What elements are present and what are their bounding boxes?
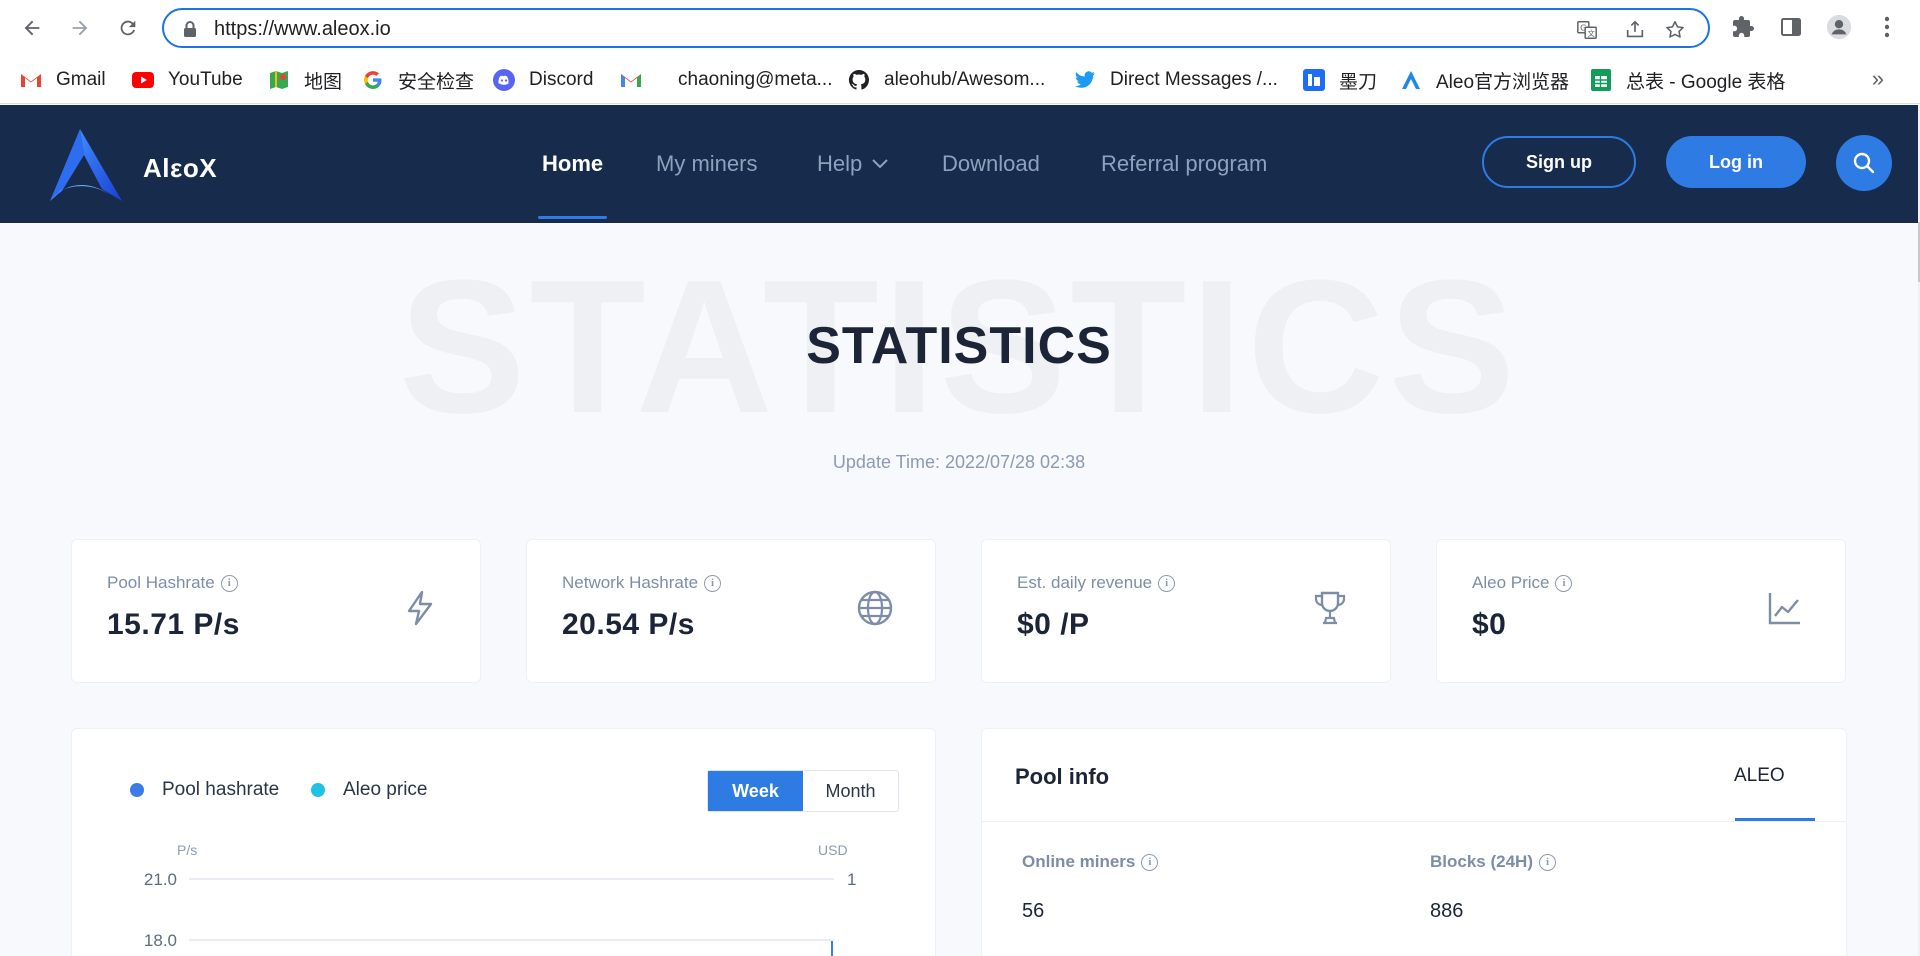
stat-label: Pool Hashrate [107, 573, 215, 592]
blocks-24h-label: Blocks (24H) i [1430, 852, 1556, 872]
search-button[interactable] [1836, 135, 1892, 191]
stat-card-est-daily-revenue: Est. daily revenue i $0 /P [981, 539, 1391, 683]
update-time: Update Time: 2022/07/28 02:38 [832, 452, 1086, 472]
youtube-icon [132, 69, 154, 91]
bookmark-aleohub[interactable]: aleohub/Awesom... [848, 66, 1045, 94]
online-miners-label: Online miners i [1022, 852, 1159, 872]
info-icon[interactable]: i [1555, 574, 1573, 592]
blocks-24h-value: 886 [1430, 900, 1464, 922]
sheets-icon [1590, 69, 1612, 91]
signup-button[interactable]: Sign up [1482, 136, 1636, 188]
maps-icon [268, 69, 290, 91]
y-tick-label-right: 1 [847, 870, 856, 889]
trophy-icon [1314, 591, 1346, 625]
back-button[interactable] [16, 12, 48, 44]
y-tick-label: 21.0 [144, 870, 177, 889]
bookmark-security-check[interactable]: 安全检查 [362, 66, 474, 94]
bookmark-gmail[interactable]: Gmail [20, 66, 106, 94]
modao-icon [1303, 69, 1325, 91]
bookmark-google-sheets[interactable]: 总表 - Google 表格 [1590, 66, 1785, 94]
aleox-logo-icon [50, 129, 122, 201]
online-miners-value: 56 [1022, 900, 1045, 922]
nav-home[interactable]: Home [542, 151, 603, 177]
nav-help[interactable]: Help [817, 151, 888, 177]
search-icon [1853, 152, 1875, 174]
bookmark-maps[interactable]: 地图 [268, 66, 342, 94]
address-bar[interactable]: https://www.aleox.io G文 [162, 8, 1710, 48]
chevron-down-icon [872, 159, 888, 169]
info-icon[interactable]: i [704, 574, 722, 592]
stat-card-aleo-price: Aleo Price i $0 [1436, 539, 1846, 683]
bookmark-discord[interactable]: Discord [493, 66, 593, 94]
nav-download[interactable]: Download [942, 151, 1040, 177]
google-icon [362, 69, 384, 91]
pool-info-card: Pool info ALEO Online miners i 56 Blocks… [981, 728, 1847, 956]
forward-button[interactable] [64, 12, 96, 44]
info-icon[interactable]: i [220, 574, 238, 592]
pool-info-title: Pool info [1015, 764, 1110, 789]
discord-icon [493, 69, 515, 91]
bookmark-youtube[interactable]: YouTube [132, 66, 243, 94]
lock-icon [184, 21, 196, 37]
gmail-icon [20, 69, 42, 91]
extensions-icon[interactable] [1730, 14, 1756, 40]
hashrate-chart-plot: P/s USD 21.0 18.0 1 [144, 842, 856, 956]
bookmark-aleo-explorer[interactable]: Aleo官方浏览器 [1400, 66, 1569, 94]
twitter-icon [1074, 69, 1096, 91]
profile-icon[interactable] [1826, 14, 1852, 40]
left-axis-unit: P/s [177, 842, 197, 858]
browser-toolbar: https://www.aleox.io G文 [0, 0, 1920, 56]
info-icon[interactable]: i [1158, 574, 1176, 592]
aleo-icon [1400, 69, 1422, 91]
stat-value: $0 /P [1017, 608, 1090, 641]
divider [982, 821, 1846, 822]
stat-value: $0 [1472, 608, 1507, 641]
stat-card-pool-hashrate: Pool Hashrate i 15.71 P/s [71, 539, 481, 683]
stat-card-network-hashrate: Network Hashrate i 20.54 P/s [526, 539, 936, 683]
bookmark-modao[interactable]: 墨刀 [1303, 66, 1377, 94]
bookmark-direct-messages[interactable]: Direct Messages /... [1074, 66, 1278, 94]
nav-my-miners[interactable]: My miners [656, 151, 757, 177]
right-axis-unit: USD [818, 842, 848, 858]
info-icon[interactable]: i [1538, 853, 1556, 871]
stat-value: 15.71 P/s [107, 608, 240, 641]
share-icon[interactable] [1624, 19, 1646, 41]
url-text: https://www.aleox.io [214, 18, 391, 40]
globe-icon [857, 590, 893, 626]
bookmarks-overflow-button[interactable]: » [1872, 66, 1884, 92]
menu-dots-icon[interactable] [1874, 14, 1900, 40]
svg-text:文: 文 [1587, 29, 1595, 38]
lightning-icon [407, 590, 433, 626]
translate-icon[interactable]: G文 [1576, 19, 1598, 41]
login-button[interactable]: Log in [1666, 136, 1806, 188]
stat-value: 20.54 P/s [562, 608, 695, 641]
star-icon[interactable] [1664, 19, 1686, 41]
bookmark-chaoning-mail[interactable]: chaoning@meta... [620, 66, 833, 94]
page-title: STATISTICS [806, 317, 1112, 375]
side-panel-icon[interactable] [1778, 14, 1804, 40]
aleox-logo[interactable]: AlεoX [48, 125, 228, 205]
reload-icon [120, 20, 136, 36]
gmail-icon [620, 69, 642, 91]
y-tick-label: 18.0 [144, 931, 177, 950]
hashrate-chart-card: Pool hashrate Aleo price Week Month P/s … [71, 728, 936, 956]
nav-referral-program[interactable]: Referral program [1101, 151, 1267, 177]
site-header: AlεoX Home My miners Help Download Refer… [0, 105, 1918, 223]
nav-active-indicator [538, 216, 607, 219]
bookmarks-bar: Gmail YouTube 地图 安全检查 Discord chaoning@m… [0, 56, 1920, 104]
reload-button[interactable] [112, 12, 144, 44]
tab-aleo[interactable]: ALEO [1734, 765, 1785, 787]
arrow-right-icon [72, 20, 88, 36]
arrow-left-icon [24, 20, 40, 36]
stat-label: Aleo Price [1472, 573, 1550, 592]
line-chart-icon [1768, 593, 1800, 625]
logo-text: AlεoX [143, 153, 218, 183]
github-icon [848, 69, 870, 91]
info-icon[interactable]: i [1141, 853, 1159, 871]
stat-label: Est. daily revenue [1017, 573, 1153, 592]
stat-label: Network Hashrate [562, 573, 699, 592]
